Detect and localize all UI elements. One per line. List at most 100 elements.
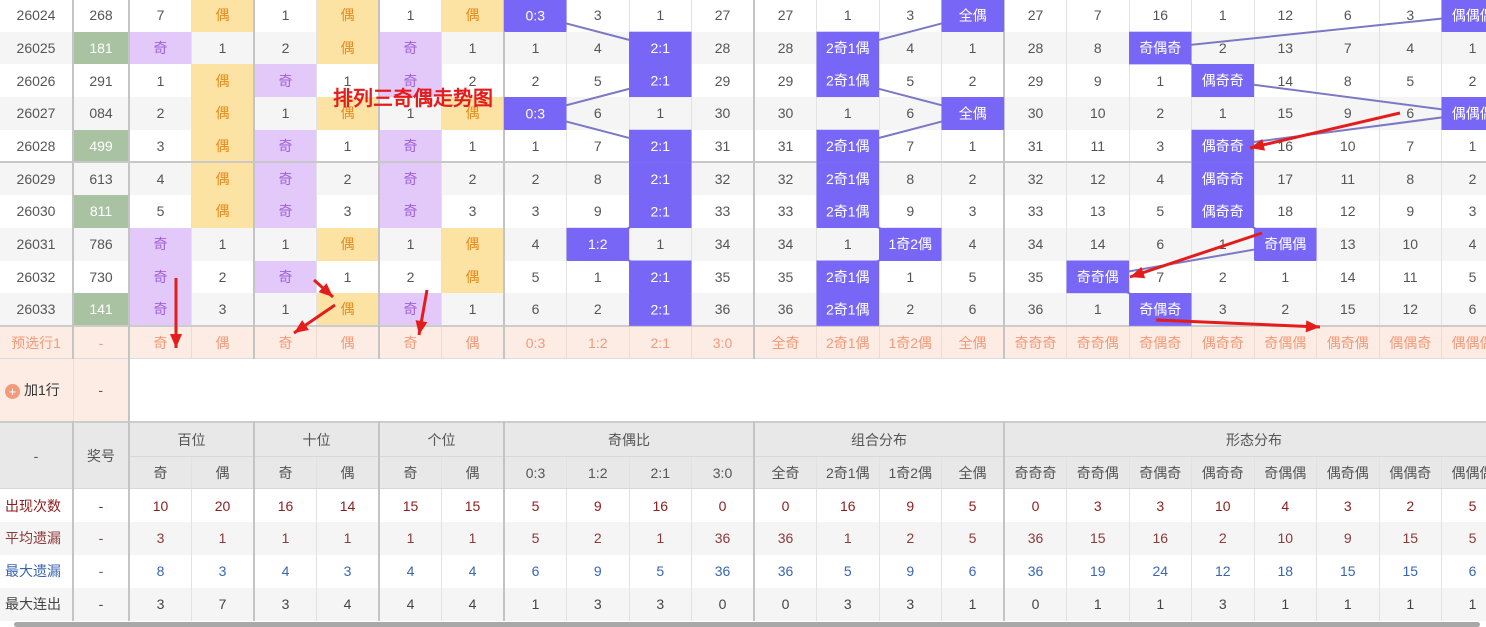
stat-value: 1 <box>629 522 692 555</box>
miss-count-cell: 1 <box>817 97 880 130</box>
miss-count-cell: 8 <box>1317 64 1380 97</box>
preselect-option[interactable]: 全奇 <box>754 326 817 359</box>
preselect-option[interactable]: 1:2 <box>567 326 630 359</box>
miss-count-cell: 1 <box>129 64 192 97</box>
miss-count-cell: 3 <box>192 293 255 326</box>
add-row-button[interactable]: +加1行 <box>0 359 73 422</box>
miss-count-cell: 1 <box>442 32 505 65</box>
miss-count-cell: 2 <box>254 32 317 65</box>
column-header: 3:0 <box>692 457 755 489</box>
preselect-option[interactable]: 偶偶奇 <box>1379 326 1442 359</box>
hit-cell: 奇 <box>379 32 442 65</box>
miss-count-cell: 32 <box>692 162 755 195</box>
column-header: 奇 <box>379 457 442 489</box>
hit-cell: 偶 <box>192 64 255 97</box>
preselect-option[interactable]: 奇 <box>254 326 317 359</box>
miss-count-cell: 10 <box>1379 228 1442 261</box>
stat-number: - <box>73 588 129 621</box>
miss-count-cell: 13 <box>1067 195 1130 228</box>
stat-value: 1 <box>1254 588 1317 621</box>
miss-count-cell: 28 <box>754 32 817 65</box>
miss-count-cell: 1 <box>192 228 255 261</box>
table-row: 260270842偶1偶1偶0:361303016全偶3010211596偶偶偶 <box>0 97 1486 130</box>
subheader-row: 奇偶奇偶奇偶0:31:22:13:0全奇2奇1偶1奇2偶全偶奇奇奇奇奇偶奇偶奇偶… <box>0 457 1486 489</box>
miss-count-cell: 4 <box>942 228 1005 261</box>
hit-cell: 2奇1偶 <box>817 130 880 163</box>
header-corner: - <box>0 422 73 489</box>
hit-cell: 偶 <box>442 0 505 32</box>
plus-circle-icon: + <box>5 384 20 399</box>
miss-count-cell: 3 <box>1192 293 1255 326</box>
hit-cell: 奇 <box>379 130 442 163</box>
stat-value: 15 <box>1067 522 1130 555</box>
preselect-option[interactable]: 奇奇偶 <box>1067 326 1130 359</box>
preselect-option[interactable]: 偶奇偶 <box>1317 326 1380 359</box>
stat-value: 1 <box>504 588 567 621</box>
miss-count-cell: 6 <box>504 293 567 326</box>
miss-count-cell: 16 <box>1254 130 1317 163</box>
miss-count-cell: 1 <box>379 228 442 261</box>
miss-count-cell: 1 <box>379 0 442 32</box>
preselect-option[interactable]: 全偶 <box>942 326 1005 359</box>
miss-count-cell: 2 <box>1254 293 1317 326</box>
stat-value: 12 <box>1192 555 1255 588</box>
preselect-option[interactable]: 奇奇奇 <box>1004 326 1067 359</box>
miss-count-cell: 1 <box>629 0 692 32</box>
hit-cell: 奇 <box>254 162 317 195</box>
preselect-option[interactable]: 2奇1偶 <box>817 326 880 359</box>
hit-cell: 奇 <box>379 162 442 195</box>
draw-number: 141 <box>73 293 129 326</box>
stat-value: 15 <box>379 489 442 522</box>
miss-count-cell: 5 <box>1442 261 1486 294</box>
stat-value: 5 <box>942 522 1005 555</box>
column-header: 偶 <box>317 457 380 489</box>
miss-count-cell: 9 <box>1317 97 1380 130</box>
miss-count-cell: 6 <box>1442 293 1486 326</box>
preselect-option[interactable]: 偶奇奇 <box>1192 326 1255 359</box>
stat-value: 3 <box>879 588 942 621</box>
stat-value: 5 <box>1442 489 1486 522</box>
miss-count-cell: 6 <box>1129 228 1192 261</box>
stat-value: 5 <box>942 489 1005 522</box>
miss-count-cell: 5 <box>504 261 567 294</box>
stat-value: 8 <box>129 555 192 588</box>
miss-count-cell: 7 <box>1317 32 1380 65</box>
miss-count-cell: 2 <box>504 64 567 97</box>
stat-value: 1 <box>254 522 317 555</box>
preselect-option[interactable]: 偶偶偶 <box>1442 326 1486 359</box>
preselect-option[interactable]: 偶 <box>192 326 255 359</box>
preselect-option[interactable]: 奇 <box>129 326 192 359</box>
preselect-option[interactable]: 1奇2偶 <box>879 326 942 359</box>
miss-count-cell: 1 <box>1442 32 1486 65</box>
column-header: 全偶 <box>942 457 1005 489</box>
hit-cell: 2:1 <box>629 195 692 228</box>
hit-cell: 偶 <box>192 130 255 163</box>
miss-count-cell: 1 <box>817 0 880 32</box>
hit-cell: 偶 <box>192 97 255 130</box>
miss-count-cell: 1 <box>1442 130 1486 163</box>
preselect-option[interactable]: 奇偶偶 <box>1254 326 1317 359</box>
issue-number: 26030 <box>0 195 73 228</box>
preselect-option[interactable]: 奇 <box>379 326 442 359</box>
miss-count-cell: 1 <box>629 97 692 130</box>
hit-cell: 2奇1偶 <box>817 261 880 294</box>
hit-cell: 奇奇偶 <box>1067 261 1130 294</box>
miss-count-cell: 3 <box>1442 195 1486 228</box>
miss-count-cell: 35 <box>1004 261 1067 294</box>
table-row: 26032730奇2奇12偶512:135352奇1偶1535奇奇偶721141… <box>0 261 1486 294</box>
preselect-option[interactable]: 2:1 <box>629 326 692 359</box>
draw-number: 786 <box>73 228 129 261</box>
stat-value: 1 <box>379 522 442 555</box>
preselect-option[interactable]: 3:0 <box>692 326 755 359</box>
preselect-option[interactable]: 奇偶奇 <box>1129 326 1192 359</box>
preselect-option[interactable]: 偶 <box>317 326 380 359</box>
preselect-option[interactable]: 偶 <box>442 326 505 359</box>
stat-value: 3 <box>317 555 380 588</box>
horizontal-scrollbar[interactable] <box>14 622 1480 627</box>
draw-number: 730 <box>73 261 129 294</box>
stat-value: 9 <box>1317 522 1380 555</box>
preselect-option[interactable]: 0:3 <box>504 326 567 359</box>
miss-count-cell: 3 <box>129 130 192 163</box>
stat-value: 36 <box>754 522 817 555</box>
hit-cell: 2奇1偶 <box>817 32 880 65</box>
